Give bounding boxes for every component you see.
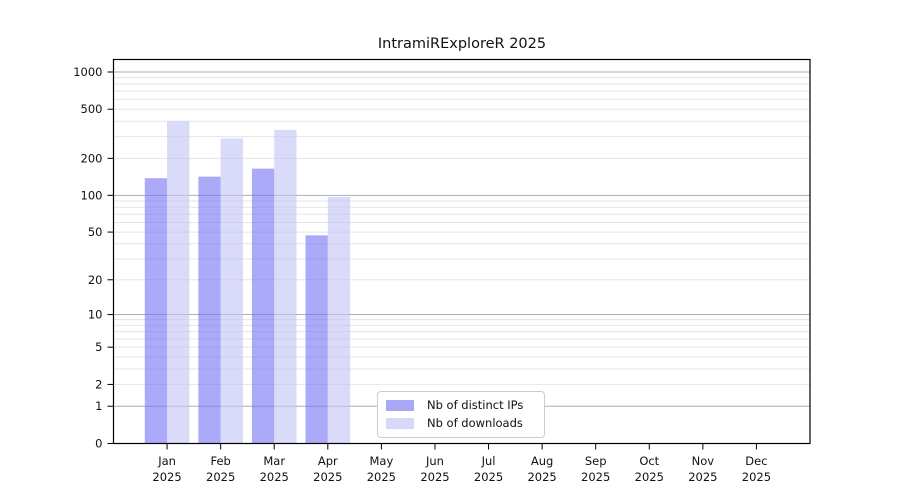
bar-distinct-ips-jan <box>145 178 167 443</box>
bar-downloads-jan <box>167 121 189 443</box>
x-tick-label-jan: Jan <box>157 454 176 468</box>
y-tick-label-0: 0 <box>95 437 102 451</box>
legend: Nb of distinct IPs Nb of downloads <box>377 391 545 438</box>
x-tick-label-feb: Feb <box>210 454 230 468</box>
x-tick-label-aug: Aug <box>531 454 553 468</box>
y-tick-label-5: 5 <box>95 340 102 354</box>
x-tick-label-sep: Sep <box>585 454 607 468</box>
x-tick-year-sep: 2025 <box>581 470 610 484</box>
y-tick-label-1000: 1000 <box>73 65 102 79</box>
legend-swatch-distinct-ips <box>386 400 414 411</box>
legend-swatch-downloads <box>386 418 414 429</box>
x-tick-label-apr: Apr <box>318 454 338 468</box>
bar-distinct-ips-apr <box>306 235 328 443</box>
bar-downloads-apr <box>328 197 350 444</box>
y-tick-label-100: 100 <box>81 188 103 202</box>
x-tick-label-jun: Jun <box>425 454 444 468</box>
x-tick-label-nov: Nov <box>692 454 715 468</box>
bar-distinct-ips-feb <box>198 177 220 444</box>
x-tick-year-apr: 2025 <box>313 470 342 484</box>
x-tick-label-dec: Dec <box>745 454 767 468</box>
bar-downloads-feb <box>221 138 243 443</box>
y-tick-label-50: 50 <box>88 225 103 239</box>
legend-item-distinct-ips: Nb of distinct IPs <box>386 400 534 412</box>
y-tick-label-1: 1 <box>95 399 102 413</box>
x-tick-year-jun: 2025 <box>420 470 449 484</box>
legend-label-downloads: Nb of downloads <box>427 418 523 430</box>
x-tick-year-oct: 2025 <box>635 470 664 484</box>
bar-distinct-ips-mar <box>252 169 274 444</box>
x-tick-label-jul: Jul <box>481 454 496 468</box>
x-tick-year-jul: 2025 <box>474 470 503 484</box>
y-tick-label-200: 200 <box>81 151 103 165</box>
y-tick-label-10: 10 <box>88 308 103 322</box>
x-tick-year-nov: 2025 <box>688 470 717 484</box>
x-tick-label-oct: Oct <box>639 454 659 468</box>
y-tick-label-20: 20 <box>88 273 103 287</box>
y-tick-label-2: 2 <box>95 377 102 391</box>
chart-figure: IntramiRExploreR 2025 012510205010020050… <box>0 0 900 500</box>
x-tick-year-jan: 2025 <box>152 470 181 484</box>
x-tick-label-mar: Mar <box>263 454 285 468</box>
x-tick-year-feb: 2025 <box>206 470 235 484</box>
legend-label-distinct-ips: Nb of distinct IPs <box>427 400 523 412</box>
bar-downloads-mar <box>274 130 296 444</box>
y-tick-label-500: 500 <box>81 102 103 116</box>
x-tick-year-may: 2025 <box>367 470 396 484</box>
x-tick-year-dec: 2025 <box>742 470 771 484</box>
x-tick-label-may: May <box>369 454 393 468</box>
x-tick-year-mar: 2025 <box>260 470 289 484</box>
x-tick-year-aug: 2025 <box>527 470 556 484</box>
legend-item-downloads: Nb of downloads <box>386 418 534 430</box>
